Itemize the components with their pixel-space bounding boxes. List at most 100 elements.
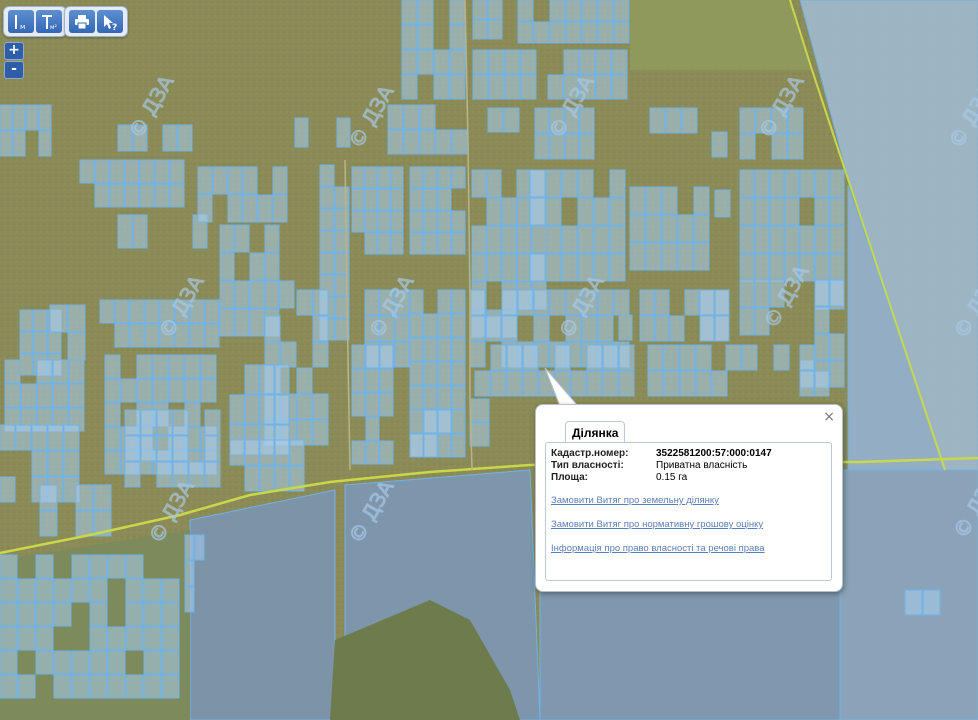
parcel[interactable] — [104, 378, 121, 403]
parcel[interactable] — [522, 344, 539, 371]
parcel[interactable] — [264, 341, 281, 368]
parcel[interactable] — [469, 341, 486, 368]
parcel[interactable] — [611, 74, 628, 100]
parcel[interactable] — [377, 210, 391, 233]
parcel[interactable] — [469, 398, 490, 423]
parcel[interactable] — [35, 650, 54, 675]
parcel[interactable] — [490, 344, 507, 371]
parcel[interactable] — [75, 510, 94, 537]
parcel[interactable] — [595, 74, 612, 100]
parcel[interactable] — [754, 197, 770, 226]
parcel[interactable] — [501, 315, 518, 342]
parcel[interactable] — [520, 49, 537, 75]
parcel[interactable] — [257, 194, 273, 223]
parcel[interactable] — [71, 650, 90, 675]
parcel[interactable] — [611, 49, 628, 75]
parcel[interactable] — [124, 159, 140, 184]
parcel[interactable] — [0, 424, 16, 451]
parcel[interactable] — [714, 315, 730, 342]
parcel[interactable] — [379, 344, 394, 369]
parcel[interactable] — [36, 383, 53, 408]
parcel[interactable] — [579, 133, 595, 160]
parcel[interactable] — [501, 225, 517, 254]
parcel[interactable] — [545, 253, 562, 282]
parcel[interactable] — [35, 602, 54, 627]
parcel[interactable] — [437, 166, 452, 189]
parcel[interactable] — [554, 344, 571, 371]
parcel[interactable] — [264, 224, 280, 253]
parcel[interactable] — [647, 344, 664, 371]
parcel[interactable] — [75, 484, 94, 511]
parcel[interactable] — [649, 107, 666, 134]
parcel[interactable] — [409, 337, 424, 362]
parcel[interactable] — [829, 169, 845, 198]
parcel[interactable] — [437, 385, 452, 410]
parcel[interactable] — [618, 344, 635, 371]
parcel[interactable] — [595, 49, 612, 75]
parcel[interactable] — [739, 107, 756, 134]
parcel[interactable] — [681, 107, 698, 134]
parcel[interactable] — [351, 210, 365, 233]
parcel[interactable] — [279, 280, 295, 309]
parcel[interactable] — [125, 602, 144, 627]
parcel[interactable] — [114, 323, 130, 348]
parcel[interactable] — [107, 650, 126, 675]
tab-parcel[interactable]: Ділянка — [565, 421, 626, 442]
parcel[interactable] — [17, 602, 36, 627]
parcel[interactable] — [0, 602, 18, 627]
parcel[interactable] — [104, 426, 121, 451]
parcel[interactable] — [104, 402, 121, 427]
parcel[interactable] — [739, 225, 755, 254]
parcel[interactable] — [639, 289, 655, 316]
parcel[interactable] — [204, 299, 220, 324]
parcel[interactable] — [451, 433, 466, 458]
parcel[interactable] — [67, 332, 86, 361]
parcel[interactable] — [351, 368, 366, 393]
parcel[interactable] — [663, 344, 680, 371]
parcel[interactable] — [437, 289, 452, 314]
parcel[interactable] — [423, 385, 438, 410]
parcel[interactable] — [516, 197, 532, 226]
parcel[interactable] — [829, 279, 845, 307]
parcel[interactable] — [319, 230, 335, 253]
parcel[interactable] — [679, 370, 696, 397]
parcel[interactable] — [63, 424, 80, 451]
parcel[interactable] — [36, 359, 53, 384]
parcel[interactable] — [529, 253, 546, 282]
parcel[interactable] — [423, 188, 438, 211]
measure-distance-button[interactable]: м — [8, 10, 34, 33]
parcel[interactable] — [125, 674, 144, 699]
parcel[interactable] — [754, 279, 770, 308]
parcel[interactable] — [549, 289, 566, 316]
parcel[interactable] — [677, 214, 694, 243]
parcel[interactable] — [570, 370, 587, 397]
parcel[interactable] — [799, 370, 815, 397]
parcel[interactable] — [739, 197, 755, 226]
parcel[interactable] — [695, 344, 712, 371]
parcel[interactable] — [114, 299, 130, 324]
parcel[interactable] — [506, 344, 523, 371]
parcel[interactable] — [319, 208, 335, 231]
parcel[interactable] — [754, 253, 770, 282]
parcel[interactable] — [451, 313, 466, 338]
parcel[interactable] — [618, 314, 633, 341]
parcel[interactable] — [377, 232, 391, 255]
parcel[interactable] — [593, 197, 610, 226]
parcel[interactable] — [517, 0, 534, 22]
parcel[interactable] — [296, 367, 313, 394]
parcel[interactable] — [814, 333, 830, 361]
parcel[interactable] — [161, 674, 180, 699]
parcel[interactable] — [244, 394, 260, 425]
parcel[interactable] — [19, 353, 34, 376]
parcel[interactable] — [409, 409, 424, 434]
parcel[interactable] — [140, 409, 157, 436]
parcel[interactable] — [602, 370, 619, 397]
parcel[interactable] — [504, 74, 521, 100]
parcel[interactable] — [451, 385, 466, 410]
parcel[interactable] — [586, 344, 603, 371]
parcel[interactable] — [312, 419, 329, 446]
parcel[interactable] — [409, 232, 424, 255]
parcel[interactable] — [351, 166, 365, 189]
parcel[interactable] — [188, 461, 205, 488]
parcel[interactable] — [364, 166, 378, 189]
